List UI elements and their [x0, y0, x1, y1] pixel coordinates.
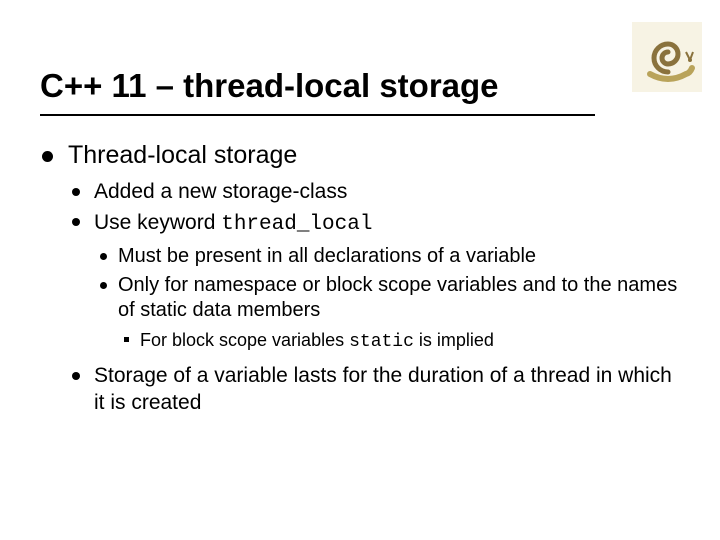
- title-underline: [40, 114, 595, 116]
- slide: C++ 11 – thread-local storage Thread-loc…: [0, 0, 720, 540]
- bullet-text: For block scope variables: [140, 330, 349, 350]
- title-block: C++ 11 – thread-local storage: [40, 68, 680, 116]
- bullet-lvl4: For block scope variables static is impl…: [118, 329, 680, 354]
- slide-content: Thread-local storage Added a new storage…: [40, 140, 680, 424]
- bullet-text: Must be present in all declarations of a…: [118, 245, 536, 267]
- code-token: thread_local: [221, 213, 372, 236]
- bullet-lvl2: Storage of a variable lasts for the dura…: [68, 363, 680, 416]
- bullet-lvl2: Added a new storage-class: [68, 179, 680, 205]
- bullet-text: Only for namespace or block scope variab…: [118, 274, 677, 321]
- bullet-text: Added a new storage-class: [94, 180, 347, 203]
- slide-title: C++ 11 – thread-local storage: [40, 68, 680, 110]
- code-token: static: [349, 332, 414, 352]
- bullet-text: Storage of a variable lasts for the dura…: [94, 364, 672, 413]
- bullet-text: Thread-local storage: [68, 141, 297, 169]
- bullet-text: Use keyword: [94, 211, 221, 234]
- bullet-lvl2: Use keyword thread_local Must be present…: [68, 210, 680, 354]
- bullet-lvl1: Thread-local storage Added a new storage…: [40, 140, 680, 416]
- bullet-text: is implied: [414, 330, 494, 350]
- bullet-lvl3: Must be present in all declarations of a…: [94, 244, 680, 269]
- bullet-lvl3: Only for namespace or block scope variab…: [94, 273, 680, 354]
